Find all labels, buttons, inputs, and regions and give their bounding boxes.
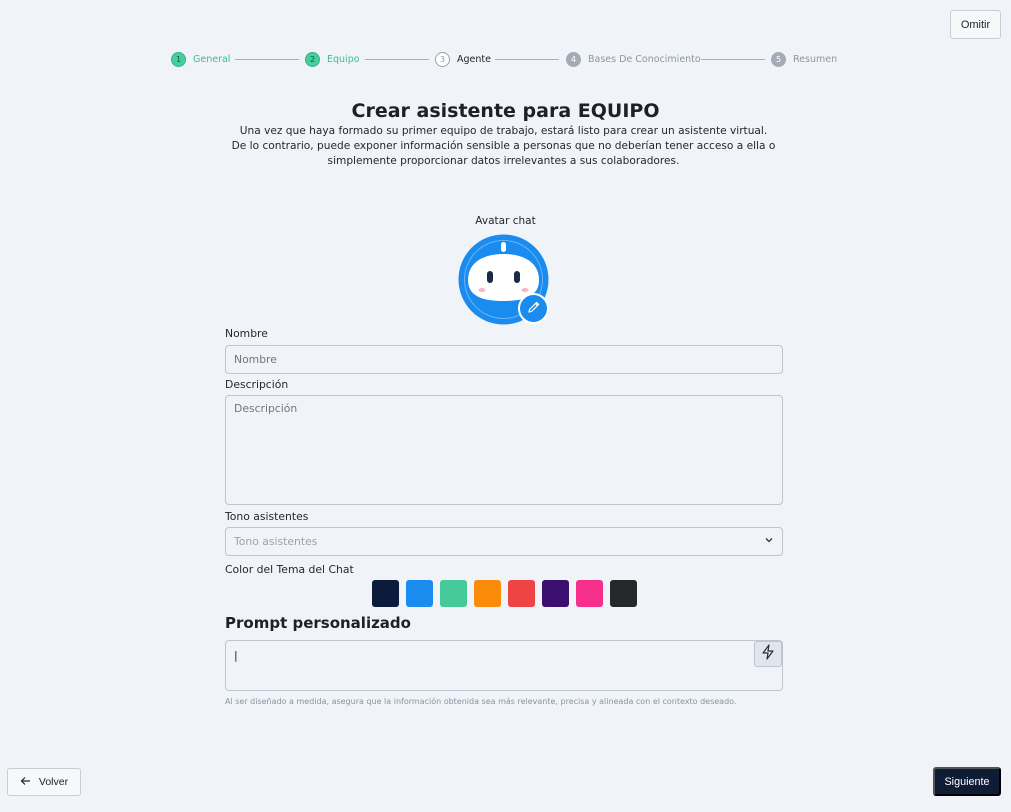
back-button[interactable]: Volver [7, 768, 81, 796]
step-general[interactable]: 1 General [171, 51, 230, 67]
color-swatch-1[interactable] [372, 580, 399, 607]
arrow-left-icon [20, 776, 31, 789]
color-swatch-7[interactable] [576, 580, 603, 607]
color-swatch-6[interactable] [542, 580, 569, 607]
description-label: Descripción [225, 378, 289, 391]
generate-prompt-button[interactable] [754, 641, 782, 667]
avatar-label: Avatar chat [475, 215, 536, 227]
skip-button[interactable]: Omitir [950, 10, 1001, 39]
step-connector [495, 59, 559, 60]
lightning-icon [761, 644, 775, 664]
step-label: General [193, 53, 231, 65]
step-label: Bases De Conocimiento [588, 53, 701, 65]
prompt-hint: Al ser diseñado a medida, asegura que la… [225, 697, 737, 706]
tone-label: Tono asistentes [225, 510, 309, 523]
color-swatch-4[interactable] [474, 580, 501, 607]
step-connector [235, 59, 299, 60]
name-input[interactable] [225, 345, 783, 374]
color-swatch-5[interactable] [508, 580, 535, 607]
page-subtitle: Una vez que haya formado su primer equip… [231, 125, 776, 167]
next-button[interactable]: Siguiente [933, 767, 1001, 796]
step-label: Resumen [793, 53, 838, 65]
step-number: 1 [171, 51, 186, 67]
description-textarea[interactable] [225, 395, 783, 505]
step-number: 2 [305, 51, 320, 67]
step-connector [701, 59, 765, 60]
tone-select-value: Tono asistentes [234, 535, 318, 548]
step-number: 3 [435, 51, 450, 67]
step-number: 4 [566, 51, 581, 67]
chevron-down-icon [764, 535, 774, 548]
step-equipo[interactable]: 2 Equipo [305, 51, 360, 67]
prompt-textarea[interactable]: | [225, 640, 783, 691]
step-connector [365, 59, 429, 60]
name-label: Nombre [225, 327, 268, 340]
step-label: Agente [457, 53, 491, 65]
edit-avatar-button[interactable] [518, 293, 549, 324]
back-label: Volver [38, 776, 69, 788]
step-agente[interactable]: 3 Agente [435, 51, 491, 67]
theme-color-label: Color del Tema del Chat [225, 563, 354, 576]
page-title: Crear asistente para EQUIPO [351, 100, 660, 122]
prompt-title: Prompt personalizado [225, 614, 411, 632]
step-resumen[interactable]: 5 Resumen [771, 51, 837, 67]
color-swatch-3[interactable] [440, 580, 467, 607]
step-label: Equipo [327, 53, 360, 65]
tone-select[interactable]: Tono asistentes [225, 527, 783, 556]
theme-color-swatches [372, 580, 637, 607]
color-swatch-2[interactable] [406, 580, 433, 607]
pencil-icon [527, 299, 541, 318]
color-swatch-8[interactable] [610, 580, 637, 607]
step-bases-de-conocimiento[interactable]: 4 Bases De Conocimiento [566, 51, 701, 67]
step-number: 5 [771, 51, 786, 67]
